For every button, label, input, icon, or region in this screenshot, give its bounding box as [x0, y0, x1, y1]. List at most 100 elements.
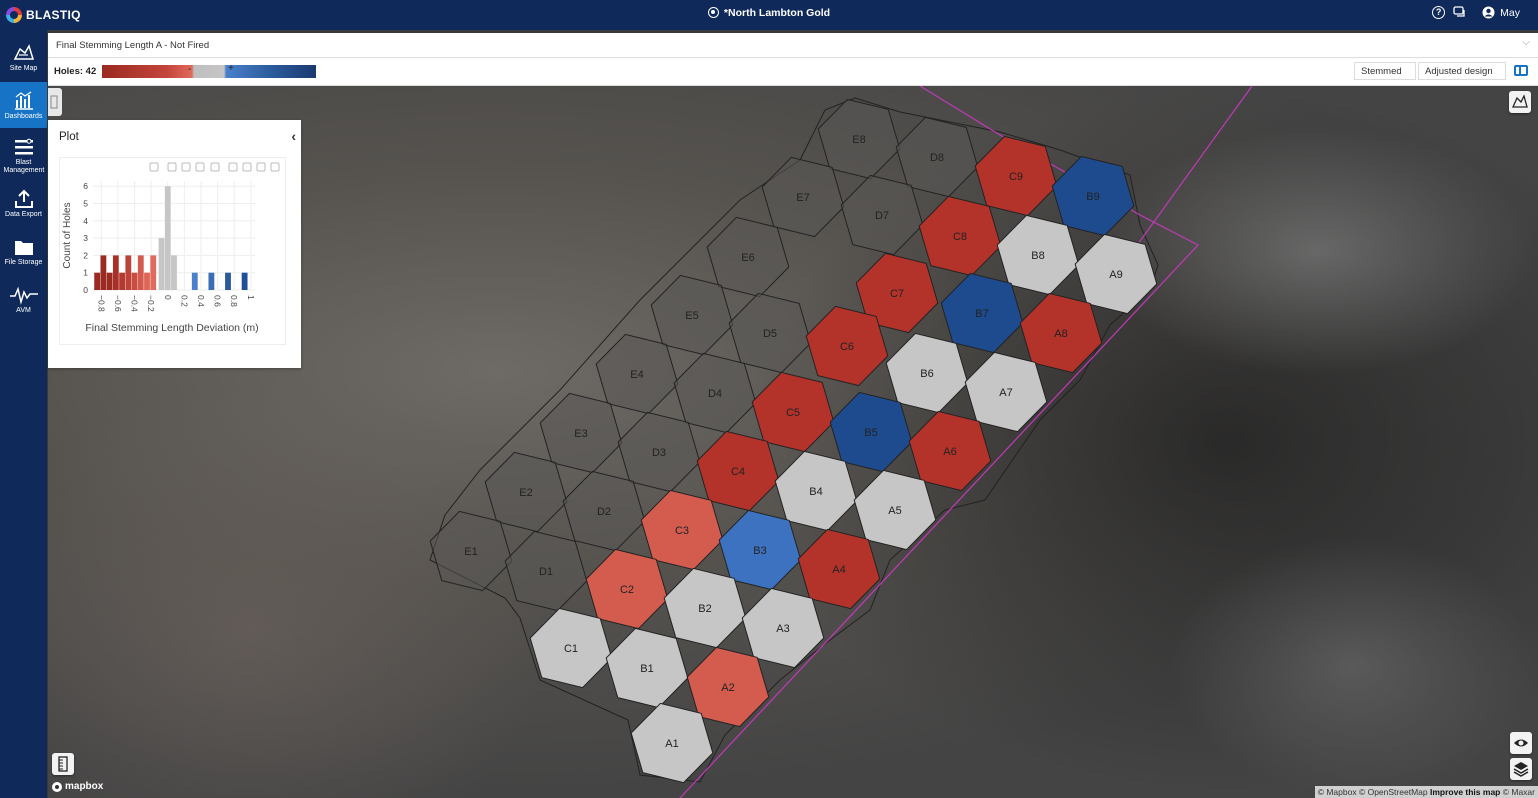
sidebar-item-file-storage[interactable]: File Storage: [0, 228, 47, 274]
blast-hole[interactable]: C5: [751, 371, 835, 453]
histogram-bar[interactable]: [119, 272, 125, 290]
histogram-bar[interactable]: [125, 255, 132, 290]
sidebar-item-avm[interactable]: AVM: [0, 276, 47, 322]
blast-hole[interactable]: B9: [1051, 155, 1135, 237]
attribution-improve[interactable]: Improve this map: [1430, 787, 1500, 797]
sidebar-item-dashboards[interactable]: Dashboards: [0, 82, 47, 128]
blast-hole[interactable]: C1: [529, 607, 613, 689]
blast-hole[interactable]: D7: [840, 174, 924, 256]
sidebar: Site Map Dashboards Blast Management Dat…: [0, 30, 47, 798]
camera-icon[interactable]: [149, 162, 159, 172]
histogram-bar[interactable]: [158, 238, 165, 290]
lasso-icon[interactable]: [210, 162, 220, 172]
attribution-osm[interactable]: © OpenStreetMap: [1359, 787, 1428, 797]
hole-label: C9: [1009, 171, 1023, 183]
autoscale-icon[interactable]: [256, 162, 266, 172]
blast-hole[interactable]: A4: [797, 528, 881, 610]
histogram-bar[interactable]: [144, 272, 150, 290]
blast-hole[interactable]: A3: [741, 587, 825, 669]
blast-hole[interactable]: C2: [585, 548, 669, 630]
layers-button[interactable]: [1510, 758, 1532, 780]
blast-hole[interactable]: D2: [562, 470, 646, 552]
x-tick-label: 0.4: [196, 295, 206, 307]
x-tick-label: 0: [163, 295, 173, 300]
hole-label: C6: [840, 341, 854, 353]
histogram-bar[interactable]: [106, 272, 113, 290]
blast-hole[interactable]: B1: [605, 627, 689, 709]
user-avatar-icon: [1482, 6, 1495, 19]
hole-label: A9: [1109, 269, 1122, 281]
collapse-panel-icon[interactable]: ‹: [291, 128, 296, 144]
stemmed-select[interactable]: Stemmed ⬍: [1354, 62, 1416, 94]
blast-hole[interactable]: C8: [918, 195, 1002, 277]
pan-icon[interactable]: [181, 162, 191, 172]
zoom-icon[interactable]: [167, 162, 177, 172]
blast-hole[interactable]: A1: [630, 702, 714, 784]
y-tick-label: 2: [83, 250, 88, 260]
histogram-bar[interactable]: [208, 272, 215, 290]
histogram-bar[interactable]: [137, 255, 144, 290]
zoom-in-icon[interactable]: [228, 162, 238, 172]
plot-panel: Plot ‹ 0 1 2 3 4 5 6 −0.8 −0.6 −0.4 −0.2 0 0.2 0.4 0.6…: [48, 120, 301, 368]
blast-hole[interactable]: B6: [885, 332, 969, 414]
histogram-bar[interactable]: [150, 255, 157, 290]
blast-hole[interactable]: C9: [974, 135, 1058, 217]
map-style-button[interactable]: [1509, 91, 1531, 113]
blast-hole[interactable]: B5: [829, 391, 913, 473]
map-attribution: © Mapbox © OpenStreetMap Improve this ma…: [1314, 786, 1538, 798]
blast-hole[interactable]: B2: [663, 567, 747, 649]
histogram-bar[interactable]: [241, 272, 248, 290]
blast-hole[interactable]: E4: [595, 333, 679, 415]
hole-label: B3: [753, 545, 766, 557]
x-tick-label: 0.8: [229, 295, 239, 307]
home-icon[interactable]: [270, 162, 280, 172]
site-selector[interactable]: *North Lambton Gold: [0, 7, 1538, 19]
blast-hole[interactable]: C4: [696, 430, 780, 512]
blast-hole[interactable]: C6: [805, 305, 889, 387]
help-icon[interactable]: ?: [1432, 6, 1446, 19]
blast-hole[interactable]: E3: [539, 392, 623, 474]
zoom-out-icon[interactable]: [242, 162, 252, 172]
blast-hole[interactable]: E7: [761, 156, 845, 238]
sidebar-item-label: AVM: [16, 307, 31, 314]
user-menu[interactable]: May: [1482, 6, 1520, 19]
box-select-icon[interactable]: [195, 162, 205, 172]
design-select-value: Adjusted design: [1425, 66, 1493, 77]
dashboard-filter-dropdown[interactable]: Final Stemming Length A - Not Fired ⌵: [48, 33, 1538, 58]
design-select[interactable]: Adjusted design ⬍: [1418, 62, 1506, 94]
visibility-button[interactable]: [1510, 732, 1532, 754]
blast-hole[interactable]: E2: [484, 451, 568, 533]
blast-management-icon: [14, 138, 33, 155]
histogram-bar[interactable]: [94, 272, 101, 290]
histogram-bar[interactable]: [225, 272, 231, 290]
blast-hole[interactable]: B7: [940, 272, 1024, 354]
sidebar-item-blast-management[interactable]: Blast Management: [0, 128, 47, 174]
mapbox-logo[interactable]: mapbox: [52, 781, 103, 792]
hole-label: A5: [888, 505, 901, 517]
histogram-bar[interactable]: [112, 255, 119, 290]
blast-hole[interactable]: D4: [673, 352, 757, 434]
blast-hole[interactable]: D1: [504, 530, 588, 612]
panel-toggle-tab[interactable]: [48, 88, 62, 116]
histogram-bar[interactable]: [191, 272, 198, 290]
measure-button[interactable]: [52, 753, 74, 775]
attribution-mapbox[interactable]: © Mapbox: [1318, 787, 1357, 797]
hole-label: A2: [721, 682, 734, 694]
split-view-icon[interactable]: [1514, 65, 1528, 76]
blast-hole[interactable]: C3: [640, 489, 724, 571]
blast-hole[interactable]: E5: [650, 274, 734, 356]
histogram-bar[interactable]: [164, 186, 171, 290]
hole-label: E8: [852, 134, 865, 146]
sidebar-item-data-export[interactable]: Data Export: [0, 180, 47, 226]
hole-label: C8: [953, 231, 967, 243]
histogram-bar[interactable]: [131, 272, 138, 290]
histogram-bar[interactable]: [100, 255, 107, 290]
blast-hole[interactable]: D3: [617, 411, 701, 493]
blast-hole[interactable]: D5: [728, 292, 812, 374]
blast-hole[interactable]: B4: [774, 450, 858, 532]
histogram-bar[interactable]: [171, 255, 177, 290]
attribution-maxar[interactable]: © Maxar: [1503, 787, 1535, 797]
chat-icon[interactable]: [1453, 6, 1466, 19]
sidebar-item-site-map[interactable]: Site Map: [0, 34, 47, 80]
hole-label: A6: [943, 446, 956, 458]
